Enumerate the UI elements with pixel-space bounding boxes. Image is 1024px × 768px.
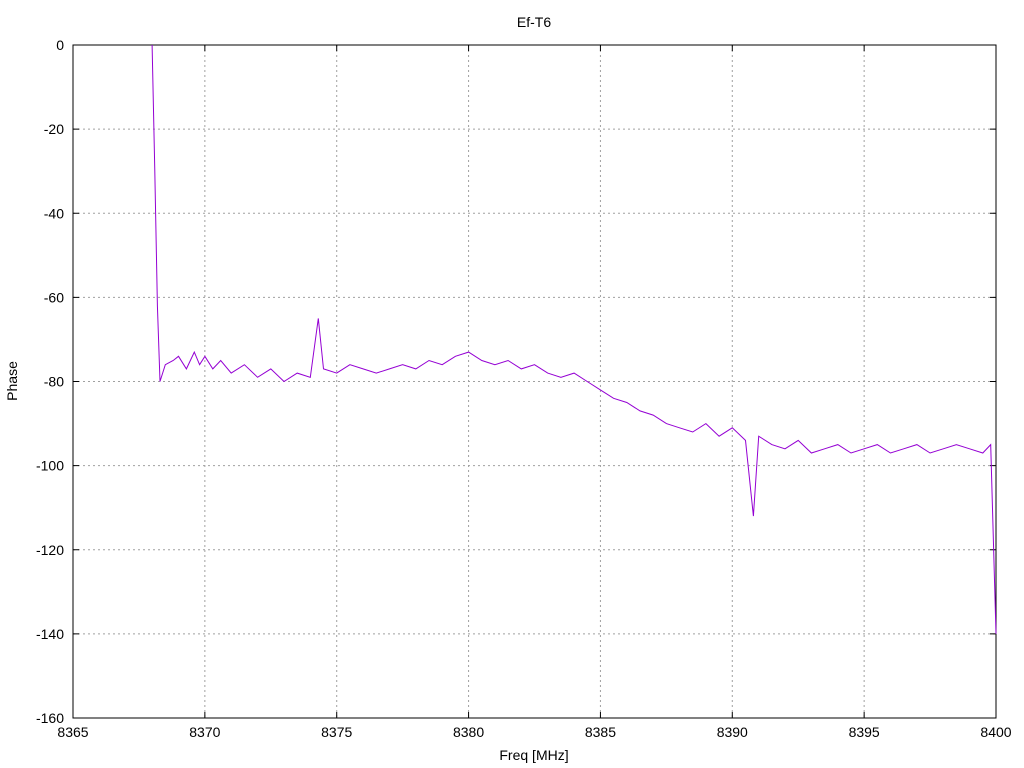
chart-title: Ef-T6 xyxy=(517,14,551,30)
y-tick-label: 0 xyxy=(56,37,64,53)
series-layer xyxy=(151,44,997,634)
x-tick-label: 8375 xyxy=(321,724,352,740)
y-tick-label: -160 xyxy=(36,710,64,726)
x-tick-label: 8380 xyxy=(453,724,484,740)
y-tick-label: -100 xyxy=(36,458,64,474)
x-axis-label: Freq [MHz] xyxy=(499,747,568,763)
x-tick-label: 8400 xyxy=(980,724,1011,740)
y-tick-label: -40 xyxy=(44,205,64,221)
x-tick-label: 8390 xyxy=(717,724,748,740)
x-tick-label: 8395 xyxy=(849,724,880,740)
y-axis-label: Phase xyxy=(4,361,20,401)
y-tick-label: -120 xyxy=(36,542,64,558)
y-tick-label: -20 xyxy=(44,121,64,137)
y-tick-label: -60 xyxy=(44,289,64,305)
x-tick-label: 8385 xyxy=(585,724,616,740)
phase-chart: 8365 8370 8375 8380 8385 8390 8395 8400 0 -20 -40 -… xyxy=(4,14,1012,763)
x-tick-label: 8365 xyxy=(57,724,88,740)
y-tick-label: -80 xyxy=(44,374,64,390)
y-tick-label: -140 xyxy=(36,626,64,642)
grid-lines xyxy=(73,45,996,718)
x-tick-label: 8370 xyxy=(189,724,220,740)
axis-ticks: 8365 8370 8375 8380 8385 8390 8395 8400 0 -20 -40 -… xyxy=(36,37,1012,740)
phase-series-line xyxy=(151,44,997,634)
